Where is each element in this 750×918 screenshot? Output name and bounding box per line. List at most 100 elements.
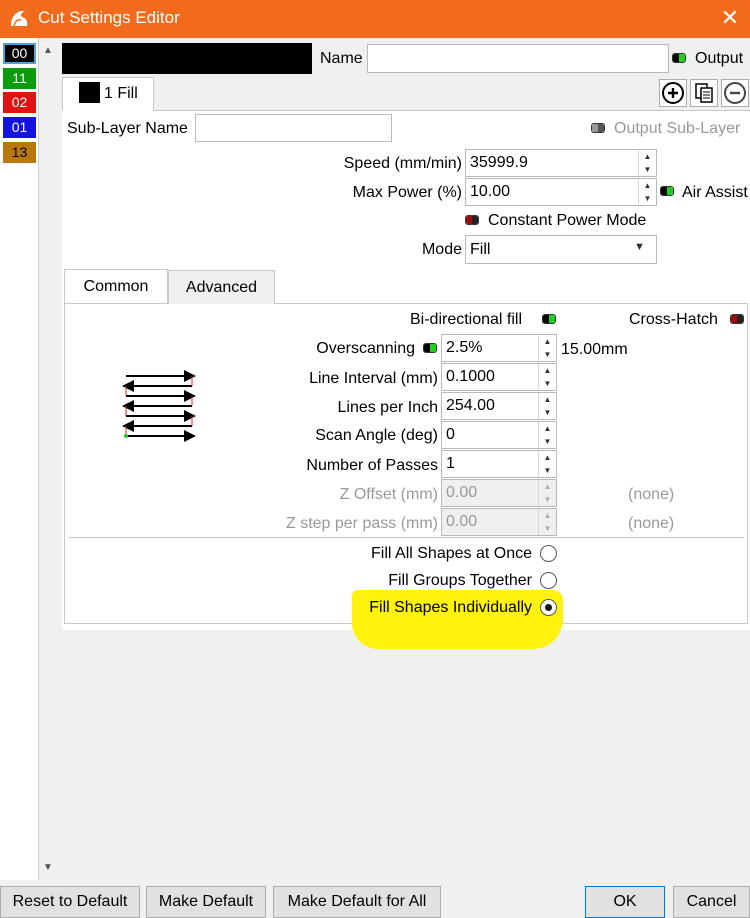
layer-item-00[interactable]: 00 (3, 43, 36, 64)
z-step-note: (none) (628, 515, 675, 532)
air-assist-toggle[interactable] (660, 186, 674, 196)
constant-power-label: Constant Power Mode (488, 212, 647, 229)
bidir-fill-label: Bi-directional fill (410, 311, 523, 328)
tab-advanced[interactable]: Advanced (168, 270, 275, 304)
layer-color-swatch[interactable] (62, 43, 312, 74)
overscanning-value: 2.5% (446, 339, 483, 356)
output-toggle[interactable] (672, 53, 686, 63)
overscanning-label: Overscanning (316, 340, 415, 357)
constant-power-toggle[interactable] (465, 215, 479, 225)
overscanning-down-icon[interactable]: ▼ (539, 348, 556, 361)
scan-angle-down-icon[interactable]: ▼ (539, 435, 556, 448)
speed-spinbox[interactable]: 35999.9 ▲ ▼ (465, 149, 657, 177)
z-offset-note: (none) (628, 486, 675, 503)
close-icon[interactable]: ✕ (716, 4, 744, 32)
z-offset-down-icon: ▼ (543, 495, 552, 504)
divider (68, 537, 744, 538)
lines-per-inch-up-icon[interactable]: ▲ (539, 393, 556, 406)
z-step-down-icon: ▼ (543, 524, 552, 533)
remove-sublayer-button[interactable] (721, 79, 749, 107)
overscanning-spinbox[interactable]: 2.5% ▲ ▼ (441, 334, 557, 362)
speed-up-icon[interactable]: ▲ (639, 150, 656, 163)
passes-label: Number of Passes (306, 457, 438, 474)
fill-all-radio[interactable] (540, 545, 557, 562)
output-sublayer-toggle[interactable] (591, 123, 605, 133)
fill-individually-label: Fill Shapes Individually (369, 599, 532, 616)
line-interval-spinbox[interactable]: 0.1000 ▲ ▼ (441, 363, 557, 391)
passes-down-icon[interactable]: ▼ (539, 464, 556, 477)
z-step-spinbox: 0.00 ▲ ▼ (441, 508, 557, 536)
overscanning-mm: 15.00mm (561, 341, 628, 358)
sublayer-color-swatch (79, 82, 100, 103)
max-power-label: Max Power (%) (352, 184, 462, 201)
layer-scrollbar[interactable] (38, 38, 57, 880)
fill-all-label: Fill All Shapes at Once (371, 545, 532, 562)
chevron-down-icon: ▼ (634, 241, 645, 253)
sublayer-tab-label: 1 Fill (104, 85, 138, 102)
lines-per-inch-down-icon[interactable]: ▼ (539, 406, 556, 419)
fill-individually-radio[interactable] (540, 599, 557, 616)
copy-sublayer-button[interactable] (690, 79, 718, 107)
line-interval-up-icon[interactable]: ▲ (539, 364, 556, 377)
scan-angle-up-icon[interactable]: ▲ (539, 422, 556, 435)
cancel-button[interactable]: Cancel (673, 886, 750, 918)
output-label: Output (695, 50, 744, 67)
ok-button[interactable]: OK (585, 886, 665, 918)
z-offset-value: 0.00 (446, 484, 478, 501)
name-input[interactable] (367, 44, 669, 73)
z-offset-label: Z Offset (mm) (339, 486, 438, 503)
scan-angle-label: Scan Angle (deg) (315, 427, 438, 444)
z-step-label: Z step per pass (mm) (285, 515, 438, 532)
line-interval-down-icon[interactable]: ▼ (539, 377, 556, 390)
z-offset-spinbox: 0.00 ▲ ▼ (441, 479, 557, 507)
z-step-value: 0.00 (446, 513, 478, 530)
max-power-down-icon[interactable]: ▼ (639, 192, 656, 205)
sublayer-name-label: Sub-Layer Name (67, 120, 188, 137)
bidir-fill-toggle[interactable] (542, 314, 556, 324)
scan-angle-value: 0 (446, 426, 455, 443)
reset-default-button[interactable]: Reset to Default (0, 886, 140, 918)
make-default-all-button[interactable]: Make Default for All (273, 886, 441, 918)
minus-circle-icon (724, 82, 746, 104)
tab-common[interactable]: Common (64, 269, 168, 303)
scroll-down-icon[interactable]: ▼ (40, 860, 56, 876)
max-power-up-icon[interactable]: ▲ (639, 179, 656, 192)
layer-item-11[interactable]: 11 (3, 68, 36, 89)
passes-spinbox[interactable]: 1 ▲ ▼ (441, 450, 557, 478)
speed-label: Speed (mm/min) (343, 155, 462, 172)
lines-per-inch-value: 254.00 (446, 397, 495, 414)
add-sublayer-button[interactable] (659, 79, 687, 107)
max-power-value: 10.00 (470, 183, 511, 200)
speed-down-icon[interactable]: ▼ (639, 163, 656, 176)
fill-groups-label: Fill Groups Together (388, 572, 532, 589)
air-assist-label: Air Assist (682, 184, 748, 201)
mode-select[interactable]: Fill ▼ (465, 235, 657, 264)
layer-item-13[interactable]: 13 (3, 142, 36, 163)
radio-selected-dot (545, 604, 552, 611)
plus-circle-icon (662, 82, 684, 104)
line-interval-label: Line Interval (mm) (309, 370, 438, 387)
lines-per-inch-spinbox[interactable]: 254.00 ▲ ▼ (441, 392, 557, 420)
scan-angle-spinbox[interactable]: 0 ▲ ▼ (441, 421, 557, 449)
fill-preview-graphic (122, 370, 196, 442)
cross-hatch-label: Cross-Hatch (629, 311, 718, 328)
layer-item-01[interactable]: 01 (3, 117, 36, 138)
passes-up-icon[interactable]: ▲ (539, 451, 556, 464)
scroll-up-icon[interactable]: ▲ (40, 43, 56, 59)
make-default-button[interactable]: Make Default (146, 886, 266, 918)
mode-value: Fill (470, 241, 491, 258)
overscanning-up-icon[interactable]: ▲ (539, 335, 556, 348)
sublayer-name-input[interactable] (195, 114, 392, 142)
lines-per-inch-label: Lines per Inch (337, 399, 438, 416)
cross-hatch-toggle[interactable] (730, 314, 744, 324)
mode-label: Mode (421, 241, 462, 258)
speed-value: 35999.9 (470, 154, 528, 171)
name-label: Name (320, 50, 363, 67)
window-title: Cut Settings Editor (38, 8, 180, 27)
line-interval-value: 0.1000 (446, 368, 495, 385)
layer-item-02[interactable]: 02 (3, 92, 36, 113)
fill-groups-radio[interactable] (540, 572, 557, 589)
overscanning-toggle[interactable] (423, 343, 437, 353)
max-power-spinbox[interactable]: 10.00 ▲ ▼ (465, 178, 657, 206)
app-logo-icon (7, 6, 32, 31)
